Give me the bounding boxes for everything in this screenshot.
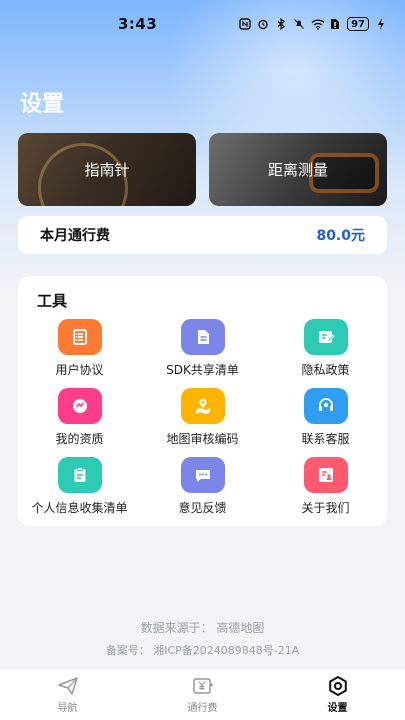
status-icons: 97 <box>239 17 387 31</box>
tool-label: 意见反馈 <box>178 501 227 515</box>
tools-title: 工具 <box>37 292 68 310</box>
compass-card-label: 指南针 <box>84 161 130 179</box>
tool-privacy-policy[interactable]: 隐私政策 <box>264 319 387 385</box>
status-time: 3:43 <box>118 15 158 33</box>
tool-about-us[interactable]: 关于我们 <box>264 457 387 523</box>
bottom-nav: 导航 通行费 设置 <box>0 668 405 720</box>
badge-icon <box>57 388 102 424</box>
status-bar: 3:43 97 <box>0 0 405 48</box>
monthly-toll-row[interactable]: 本月通行费 80.0元 <box>18 216 387 254</box>
distance-measure-card[interactable]: 距离测量 <box>209 133 387 206</box>
sim-icon <box>329 18 341 30</box>
tool-label: 隐私政策 <box>301 363 350 377</box>
chat-icon <box>180 457 225 493</box>
map-pin-icon <box>180 388 225 424</box>
document-list-icon <box>57 319 102 355</box>
wifi-icon <box>311 18 325 30</box>
tool-label: 用户协议 <box>55 363 104 377</box>
headset-icon <box>303 388 348 424</box>
nav-label: 通行费 <box>187 703 218 714</box>
paper-plane-icon <box>57 675 79 697</box>
battery-level: 97 <box>351 18 365 30</box>
tool-label: 关于我们 <box>301 501 350 515</box>
charging-icon <box>375 18 387 30</box>
nav-label: 设置 <box>327 703 348 714</box>
tool-label: 个人信息收集清单 <box>31 501 128 515</box>
nav-item-navigation[interactable]: 导航 <box>0 669 135 720</box>
page-title: 设置 <box>20 92 65 117</box>
tool-label: 我的资质 <box>55 432 104 446</box>
tool-user-agreement[interactable]: 用户协议 <box>18 319 141 385</box>
monthly-toll-label: 本月通行费 <box>40 228 110 244</box>
tool-my-qualifications[interactable]: 我的资质 <box>18 388 141 454</box>
nav-item-settings[interactable]: 设置 <box>270 669 405 720</box>
tool-sdk-share-list[interactable]: SDK共享清单 <box>141 319 264 385</box>
tools-panel: 工具 用户协议 SDK共享清单 隐私政策 我的资质 地图审核编码 联系客服 个人… <box>18 276 387 526</box>
alarm-icon <box>257 18 269 30</box>
nav-label: 导航 <box>57 703 78 714</box>
tool-map-review-code[interactable]: 地图审核编码 <box>141 388 264 454</box>
data-source-text: 数据来源于： 高德地图 <box>140 621 265 635</box>
tool-contact-support[interactable]: 联系客服 <box>264 388 387 454</box>
tool-label: 联系客服 <box>301 432 350 446</box>
mute-icon <box>293 18 305 30</box>
tool-personal-info-list[interactable]: 个人信息收集清单 <box>18 457 141 523</box>
clipboard-icon <box>57 457 102 493</box>
compass-card[interactable]: 指南针 <box>18 133 196 206</box>
monthly-toll-value: 80.0元 <box>316 228 365 244</box>
file-icon <box>180 319 225 355</box>
settings-icon <box>327 675 349 697</box>
tool-label: 地图审核编码 <box>166 432 239 446</box>
nav-item-tolls[interactable]: 通行费 <box>135 669 270 720</box>
nfc-icon <box>239 18 251 30</box>
toll-icon <box>192 675 214 697</box>
profile-card-icon <box>303 457 348 493</box>
distance-measure-card-label: 距离测量 <box>267 161 328 179</box>
tool-feedback[interactable]: 意见反馈 <box>141 457 264 523</box>
bluetooth-icon <box>275 17 287 31</box>
edit-icon <box>303 319 348 355</box>
battery-icon: 97 <box>347 17 369 31</box>
tool-label: SDK共享清单 <box>166 363 239 377</box>
icp-record-text: 备案号： 湘ICP备2024089848号-21A <box>105 644 300 657</box>
